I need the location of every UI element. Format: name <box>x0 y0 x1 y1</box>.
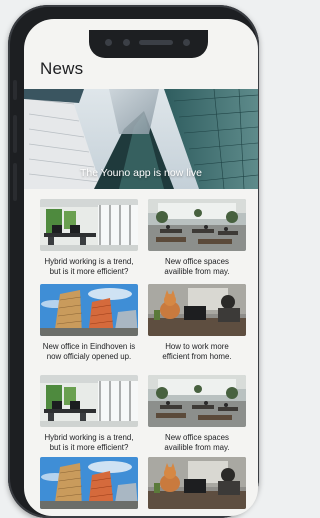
caption-line: New office spaces <box>165 257 229 266</box>
hero-caption: The Youno app is now live <box>79 167 202 179</box>
news-card[interactable]: New office spaces availible from may. <box>148 375 246 453</box>
phone-frame: News The Youno app is now live Hybrid wo… <box>8 5 259 518</box>
volume-up-button <box>13 115 17 153</box>
mute-switch <box>13 80 17 100</box>
notch <box>89 30 208 58</box>
office-workspace-image <box>40 375 138 427</box>
office-hall-image <box>148 199 246 251</box>
caption-line: Hybrid working is a trend, <box>44 257 134 266</box>
caption-line: New office in Eindhoven is <box>40 515 138 516</box>
caption-line: availible from may. <box>164 267 230 276</box>
news-card[interactable]: New office spaces availible from may. <box>148 199 246 277</box>
home-office-cat-image <box>148 284 246 336</box>
news-card[interactable]: How to work moreefficient from home. <box>148 284 246 362</box>
news-card[interactable]: Hybrid working is a trend, but is it more… <box>40 375 138 453</box>
caption-line: efficient from home. <box>162 352 232 361</box>
news-card-caption: New office spaces availible from may. <box>148 433 246 453</box>
caption-line: now officialy opened up. <box>46 352 132 361</box>
news-card[interactable]: Hybrid working is a trend, but is it more… <box>40 199 138 277</box>
eindhoven-buildings-image <box>40 457 138 509</box>
caption-line: How to work more <box>148 515 246 516</box>
caption-line: but is it more efficient? <box>49 443 129 452</box>
caption-line: Hybrid working is a trend, <box>44 433 134 442</box>
news-card-caption: How to work moreefficient from home. <box>148 515 246 516</box>
caption-line: How to work more <box>165 342 229 351</box>
news-card-caption: Hybrid working is a trend, but is it more… <box>40 433 138 453</box>
page-title: News <box>40 59 84 78</box>
sensor-icon <box>105 39 112 46</box>
home-office-cat-image <box>148 457 246 509</box>
news-card-caption: New office in Eindhoven isnow officialy … <box>40 342 138 362</box>
caption-line: but is it more efficient? <box>49 267 129 276</box>
camera-icon <box>123 39 130 46</box>
news-card[interactable]: How to work moreefficient from home. <box>148 457 246 516</box>
news-card-caption: Hybrid working is a trend, but is it more… <box>40 257 138 277</box>
app-screen: News The Youno app is now live Hybrid wo… <box>24 19 258 516</box>
caption-line: New office spaces <box>165 433 229 442</box>
caption-line: availible from may. <box>164 443 230 452</box>
news-card-caption: New office in Eindhoven isnow officialy … <box>40 515 138 516</box>
news-card[interactable]: New office in Eindhoven isnow officialy … <box>40 284 138 362</box>
eindhoven-buildings-image <box>40 284 138 336</box>
front-camera-icon <box>183 39 190 46</box>
news-card-caption: New office spaces availible from may. <box>148 257 246 277</box>
office-workspace-image <box>40 199 138 251</box>
news-card-caption: How to work moreefficient from home. <box>148 342 246 362</box>
speaker-grille <box>139 40 173 45</box>
volume-down-button <box>13 163 17 201</box>
news-card[interactable]: New office in Eindhoven isnow officialy … <box>40 457 138 516</box>
hero-news-item[interactable]: The Youno app is now live <box>24 89 258 189</box>
office-hall-image <box>148 375 246 427</box>
caption-line: New office in Eindhoven is <box>42 342 136 351</box>
